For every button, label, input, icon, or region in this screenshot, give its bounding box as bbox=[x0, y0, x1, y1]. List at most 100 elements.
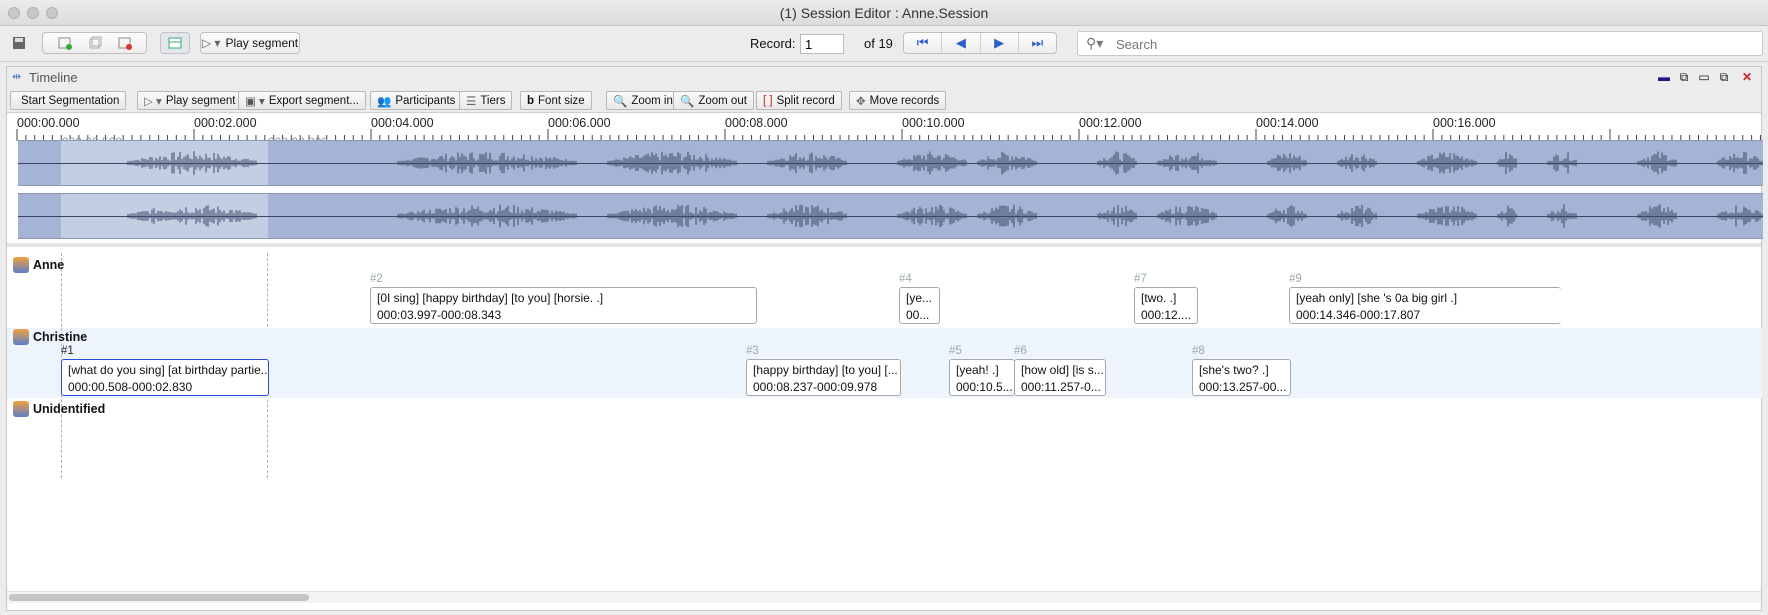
participant-icon bbox=[13, 401, 29, 417]
segment-record-selected[interactable]: [what do you sing] [at birthday partie..… bbox=[61, 359, 269, 396]
font-size-icon: b bbox=[527, 95, 534, 107]
segment-time: 000:14.346-000:17.807 bbox=[1296, 308, 1420, 322]
search-icon[interactable]: ⚲▾ bbox=[1086, 35, 1103, 52]
save-button[interactable] bbox=[10, 32, 28, 54]
tick-label: 000:06.000 bbox=[548, 116, 611, 130]
move-records-button[interactable]: ✥ Move records bbox=[849, 91, 946, 110]
move-icon: ✥ bbox=[856, 94, 866, 108]
timeline-play-segment-button[interactable]: ▷ ▾ Play segment bbox=[137, 91, 243, 110]
external-panel-icon[interactable]: ⧉ bbox=[1677, 70, 1691, 84]
waveform-channel-2[interactable] bbox=[18, 193, 1763, 239]
segment-record[interactable]: [how old] [is s... 000:11.257-0... bbox=[1014, 359, 1106, 396]
tick-label: 000:00.000 bbox=[17, 116, 80, 130]
segment-number: #7 bbox=[1134, 273, 1147, 285]
first-record-button[interactable]: ⏮ bbox=[904, 33, 942, 53]
segment-time: 000:13.257-00... bbox=[1199, 380, 1286, 394]
segment-time: 000:11.257-0... bbox=[1021, 380, 1101, 394]
play-icon: ▷ ▾ bbox=[202, 36, 221, 50]
segment-record[interactable]: [she's two? .] 000:13.257-00... bbox=[1192, 359, 1291, 396]
timeline-toolbar: 𝍗 Start Segmentation ▷ ▾ Play segment ▣ … bbox=[7, 89, 1761, 113]
participant-icon bbox=[13, 329, 29, 345]
export-segment-button[interactable]: ▣ ▾ Export segment... bbox=[238, 91, 366, 110]
add-record-icon[interactable] bbox=[58, 36, 72, 50]
tick-label: 000:08.000 bbox=[725, 116, 788, 130]
next-record-button[interactable]: ▶ bbox=[981, 33, 1019, 53]
tick-label: 000:14.000 bbox=[1256, 116, 1319, 130]
tick-label: 000:02.000 bbox=[194, 116, 257, 130]
save-icon bbox=[12, 36, 26, 50]
segment-record[interactable]: [yeah only] [she 's 0a big girl .] 000:1… bbox=[1289, 287, 1561, 324]
waveform-signal bbox=[18, 194, 1763, 239]
previous-record-button[interactable]: ◀ bbox=[942, 33, 980, 53]
zoom-out-icon: 🔍 bbox=[680, 94, 694, 108]
segment-time: 00... bbox=[906, 308, 929, 322]
segment-number: #6 bbox=[1014, 345, 1027, 357]
segment-text: [ye... bbox=[906, 291, 932, 305]
participant-icon bbox=[13, 257, 29, 273]
previous-icon: ◀ bbox=[956, 35, 966, 51]
waveform-divider[interactable] bbox=[7, 243, 1761, 247]
tick-label: 000:12.000 bbox=[1079, 116, 1142, 130]
minimize-panel-icon[interactable]: ▬ bbox=[1657, 70, 1671, 84]
zoom-in-button[interactable]: 🔍 Zoom in bbox=[606, 91, 680, 110]
font-size-button[interactable]: b Font size bbox=[520, 91, 592, 110]
window-title: (1) Session Editor : Anne.Session bbox=[0, 5, 1768, 21]
timeline-header: ⇹ Timeline ▬ ⧉ ▭ ⧉ ✕ bbox=[7, 67, 1761, 89]
segment-number: #8 bbox=[1192, 345, 1205, 357]
zoom-out-button[interactable]: 🔍 Zoom out bbox=[673, 91, 754, 110]
first-icon: ⏮ bbox=[917, 35, 929, 51]
segment-record[interactable]: [0I sing] [happy birthday] [to you] [hor… bbox=[370, 287, 757, 324]
segment-text: [she's two? .] bbox=[1199, 363, 1269, 377]
segment-text: [happy birthday] [to you] [... bbox=[753, 363, 898, 377]
segment-record[interactable]: [ye... 00... bbox=[899, 287, 940, 324]
save-icon: ▣ ▾ bbox=[245, 94, 265, 108]
segment-number: #2 bbox=[370, 273, 383, 285]
tick-label: 000:04.000 bbox=[371, 116, 434, 130]
delete-record-icon[interactable] bbox=[118, 36, 132, 50]
record-actions-group bbox=[42, 32, 147, 54]
segment-number: #4 bbox=[899, 273, 912, 285]
start-segmentation-button[interactable]: 𝍗 Start Segmentation bbox=[10, 91, 126, 110]
float-panel-icon[interactable]: ⧉ bbox=[1717, 70, 1731, 84]
waveform-channel-1[interactable] bbox=[18, 140, 1763, 186]
waveform-signal bbox=[18, 141, 1763, 186]
search-box: ⚲▾ bbox=[1077, 31, 1763, 56]
segment-text: [two. .] bbox=[1141, 291, 1176, 305]
scrollbar-thumb[interactable] bbox=[9, 594, 309, 601]
participants-button[interactable]: 👥 Participants bbox=[370, 91, 462, 110]
speaker-christine[interactable]: Christine bbox=[13, 329, 87, 345]
duplicate-record-icon[interactable] bbox=[88, 36, 102, 50]
play-segment-button[interactable]: ▷ ▾ Play segment bbox=[200, 32, 300, 54]
segment-number: #5 bbox=[949, 345, 962, 357]
segment-record[interactable]: [two. .] 000:12.... bbox=[1134, 287, 1198, 324]
main-toolbar: ▷ ▾ Play segment Record: of 19 ⏮ ◀ ▶ ⏭ ⚲… bbox=[0, 26, 1768, 62]
segment-time: 000:12.... bbox=[1141, 308, 1191, 322]
timeline-panel: ⇹ Timeline ▬ ⧉ ▭ ⧉ ✕ 𝍗 Start Segmentatio… bbox=[6, 66, 1762, 611]
split-icon: [ ] bbox=[763, 95, 773, 107]
maximize-panel-icon[interactable]: ▭ bbox=[1697, 70, 1711, 84]
view-layout-button[interactable] bbox=[160, 32, 190, 54]
last-icon: ⏭ bbox=[1032, 35, 1044, 51]
segment-text: [yeah! .] bbox=[956, 363, 999, 377]
segment-number: #1 bbox=[61, 345, 74, 357]
speaker-unidentified[interactable]: Unidentified bbox=[13, 401, 105, 417]
search-input[interactable] bbox=[1116, 35, 1716, 53]
segment-text: [yeah only] [she 's 0a big girl .] bbox=[1296, 291, 1457, 305]
segment-number: #9 bbox=[1289, 273, 1302, 285]
speaker-anne[interactable]: Anne bbox=[13, 257, 64, 273]
segment-record[interactable]: [yeah! .] 000:10.5... bbox=[949, 359, 1015, 396]
segment-record[interactable]: [happy birthday] [to you] [... 000:08.23… bbox=[746, 359, 901, 396]
close-panel-icon[interactable]: ✕ bbox=[1740, 70, 1754, 84]
record-label: Record: bbox=[750, 36, 796, 51]
tick-label: 000:10.000 bbox=[902, 116, 965, 130]
split-record-button[interactable]: [ ] Split record bbox=[756, 91, 842, 110]
last-record-button[interactable]: ⏭ bbox=[1019, 33, 1056, 53]
timeline-title: Timeline bbox=[29, 70, 78, 85]
record-number-field[interactable] bbox=[800, 34, 844, 54]
tiers-button[interactable]: ☰ Tiers bbox=[459, 91, 512, 110]
segment-text: [how old] [is s... bbox=[1021, 363, 1104, 377]
record-count: of 19 bbox=[864, 36, 893, 51]
horizontal-scrollbar[interactable] bbox=[7, 591, 1761, 603]
segment-time: 000:08.237-000:09.978 bbox=[753, 380, 877, 394]
segment-text: [what do you sing] [at birthday partie..… bbox=[68, 363, 269, 377]
